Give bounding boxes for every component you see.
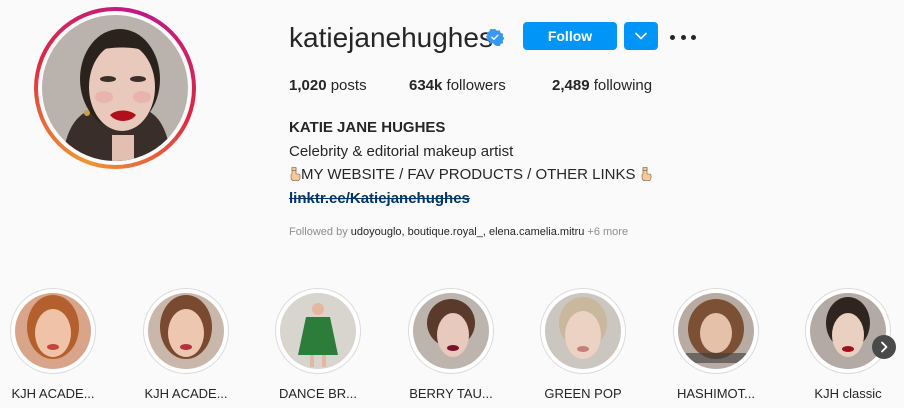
verified-badge-icon [486, 28, 504, 46]
more-dot [680, 34, 686, 40]
highlight-cover-image [810, 293, 886, 369]
posts-count: 1,020 [289, 77, 327, 94]
followed-by-more: +6 more [587, 226, 629, 238]
follow-button[interactable]: Follow [523, 22, 617, 50]
highlight-cover-image [545, 293, 621, 369]
bio-links-text: MY WEBSITE / FAV PRODUCTS / OTHER LINKS [301, 166, 636, 183]
highlight-label: HASHIMOT... [676, 386, 755, 401]
highlight-cover-image [148, 293, 224, 369]
hand-pointing-down-icon [290, 167, 301, 181]
story-highlight[interactable]: HASHIMOT... [673, 288, 759, 401]
followed-by-names: udoyouglo, boutique.royal_, elena.cameli… [350, 226, 585, 238]
highlight-ring [540, 288, 626, 374]
bio-external-link[interactable]: linktr.ee/Katiejanehughes [289, 190, 470, 208]
highlight-ring [275, 288, 361, 374]
highlight-cover [280, 293, 356, 369]
more-dot [670, 34, 675, 40]
highlight-cover [148, 293, 224, 369]
highlight-ring [10, 288, 96, 374]
highlight-label: KJH ACADE... [144, 386, 228, 401]
highlight-ring [143, 288, 229, 374]
highlight-label: GREEN POP [544, 386, 622, 401]
highlight-cover [545, 293, 621, 369]
hand-pointing-down-icon [641, 167, 651, 181]
avatar-image [42, 15, 188, 161]
highlight-ring [673, 288, 759, 374]
story-highlight[interactable]: KJH ACADE... [10, 288, 96, 401]
highlight-cover [413, 293, 489, 369]
highlight-cover [15, 293, 91, 369]
profile-full-name: KATIE JANE HUGHES [289, 119, 446, 136]
profile-avatar-ring[interactable] [34, 7, 196, 169]
profile-username: katiejanehughes [289, 22, 493, 53]
highlight-label: DANCE BR... [278, 386, 357, 401]
followed-by-text[interactable]: Followed by udoyouglo, boutique.royal_, … [289, 225, 628, 239]
story-highlight[interactable]: KJH classic [805, 288, 891, 401]
highlight-cover-image [15, 293, 91, 369]
chevron-down-icon [635, 32, 647, 40]
avatar-gap [38, 11, 192, 165]
highlight-label: BERRY TAU... [409, 386, 493, 401]
suggested-accounts-dropdown-button[interactable] [624, 22, 658, 50]
following-count: 2,489 [552, 77, 590, 94]
more-options-icon[interactable] [670, 27, 696, 47]
followers-label: followers [446, 77, 506, 94]
more-dot [691, 34, 696, 40]
highlight-cover [678, 293, 754, 369]
highlight-ring [408, 288, 494, 374]
posts-label: posts [330, 77, 367, 94]
highlight-label: KJH ACADE... [11, 386, 95, 401]
highlight-cover [810, 293, 886, 369]
story-highlight[interactable]: KJH ACADE... [143, 288, 229, 401]
followed-by-prefix: Followed by [289, 226, 348, 238]
following-label: following [593, 77, 653, 94]
bio-links-line: MY WEBSITE / FAV PRODUCTS / OTHER LINKS [289, 166, 652, 184]
highlight-ring [805, 288, 891, 374]
highlight-label: KJH classic [814, 386, 882, 401]
highlight-cover-image [678, 293, 754, 369]
highlight-cover-image [280, 293, 356, 369]
story-highlight[interactable]: BERRY TAU... [408, 288, 494, 401]
story-highlight[interactable]: DANCE BR... [275, 288, 361, 401]
bio-description: Celebrity & editorial makeup artist [289, 143, 514, 160]
followers-stat[interactable]: 634k followers [409, 77, 506, 95]
highlights-next-button[interactable] [872, 335, 896, 359]
story-highlight[interactable]: GREEN POP [540, 288, 626, 401]
chevron-right-icon [881, 341, 888, 353]
highlight-cover-image [413, 293, 489, 369]
posts-count-stat: 1,020 posts [289, 77, 367, 95]
followers-count: 634k [409, 77, 443, 94]
profile-avatar[interactable] [42, 15, 188, 161]
following-stat[interactable]: 2,489 following [552, 77, 652, 95]
